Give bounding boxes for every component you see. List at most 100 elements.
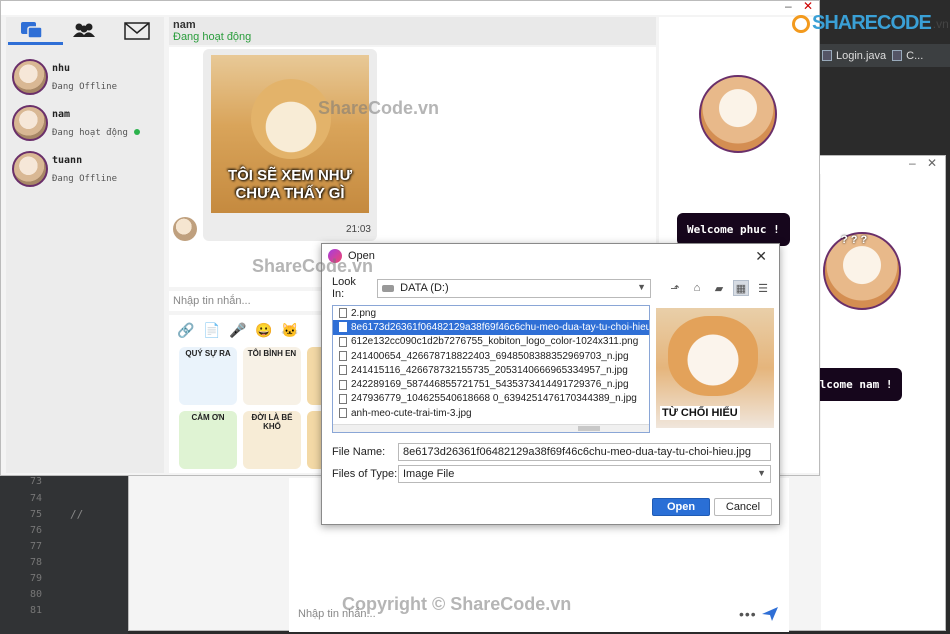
- file-item[interactable]: anh-meo-cute-trai-tim-3.jpg: [333, 406, 649, 420]
- navigation-buttons: ⬏ ⌂ ▰ ▦ ☰: [667, 280, 771, 296]
- drive-icon: [382, 284, 395, 292]
- profile-panel: ? ? ? elcome nam !: [809, 174, 945, 630]
- new-folder-icon[interactable]: ▰: [711, 280, 727, 296]
- sender-avatar: [173, 217, 197, 241]
- sidebar: nhu Đang Offline nam Đang hoạt động tuan…: [6, 17, 164, 473]
- contacts-icon[interactable]: [71, 21, 97, 41]
- home-icon[interactable]: ⌂: [689, 280, 705, 296]
- chat-partner-status: Đang hoạt động: [173, 31, 252, 43]
- sticker-icon[interactable]: 🐱: [281, 321, 299, 339]
- close-button[interactable]: ✕: [927, 156, 937, 170]
- image-preview: TỪ CHỐI HIỂU: [656, 308, 774, 428]
- contact-item-nhu[interactable]: nhu Đang Offline: [12, 59, 117, 95]
- welcome-message: elcome nam !: [809, 368, 903, 401]
- send-icon[interactable]: [761, 606, 779, 622]
- link-icon[interactable]: 🔗: [177, 321, 195, 339]
- contact-name: tuann: [52, 154, 83, 166]
- file-item[interactable]: 241415116_426678732155735_20531406669653…: [333, 363, 649, 377]
- file-item[interactable]: 242289169_587446855721751_54353734144917…: [333, 377, 649, 391]
- contact-name: nam: [52, 108, 71, 120]
- ide-tab-login[interactable]: Login.java: [822, 50, 886, 62]
- avatar: [12, 151, 48, 187]
- sticker-item[interactable]: ĐỜI LÀ BỂ KHỔ: [243, 411, 301, 469]
- minimize-button[interactable]: –: [909, 156, 916, 170]
- scrollbar-thumb[interactable]: [578, 426, 600, 431]
- chevron-down-icon: ▼: [637, 281, 646, 292]
- doge-sticker-image: TÔI SẼ XEM NHƯ CHƯA THẤY GÌ: [211, 55, 369, 213]
- contact-name: nhu: [52, 62, 71, 74]
- watermark: ShareCode.vn: [252, 256, 374, 276]
- line-number: 73: [29, 476, 42, 487]
- file-icon: [339, 351, 347, 362]
- chat-header: nam Đang hoạt động: [169, 17, 656, 45]
- message-input[interactable]: Nhập tin nhắn...: [169, 291, 329, 311]
- sticker-item[interactable]: QUÝ SỰ RA: [179, 347, 237, 405]
- file-icon: [339, 336, 347, 347]
- mail-icon[interactable]: [124, 21, 151, 41]
- up-folder-icon[interactable]: ⬏: [667, 280, 683, 296]
- file-name: 2.png: [351, 307, 377, 319]
- file-name: 8e6173d26361f06482129a38f69f46c6chu-meo-…: [351, 321, 650, 333]
- file-type-row: Files of Type: Image File ▼: [332, 465, 771, 483]
- file-icon: [339, 322, 347, 333]
- line-number: 77: [29, 541, 42, 552]
- file-icon[interactable]: 📄: [203, 321, 221, 339]
- line-number: 76: [29, 525, 42, 536]
- file-name-input[interactable]: 8e6173d26361f06482129a38f69f46c6chu-meo-…: [398, 443, 771, 461]
- java-file-icon: [892, 50, 903, 61]
- contact-item-tuann[interactable]: tuann Đang Offline: [12, 151, 117, 187]
- file-item[interactable]: 2.png: [333, 306, 649, 320]
- open-file-dialog: Open ✕ Look In: DATA (D:) ▼ ⬏ ⌂ ▰ ▦ ☰ 2.…: [321, 243, 780, 525]
- ide-tab-other[interactable]: C...: [892, 50, 923, 62]
- line-number: 80: [29, 589, 42, 600]
- details-view-icon[interactable]: ☰: [755, 280, 771, 296]
- open-button[interactable]: Open: [652, 498, 710, 516]
- line-number: 74: [29, 493, 42, 504]
- file-icon: [339, 408, 347, 419]
- cat-image: [668, 316, 758, 396]
- logo-suffix: .vn: [932, 16, 949, 31]
- sticker-panel: 🔗 📄 🎤 😀 🐱 QUÝ SỰ RA TÔI BÌNH EN CẢM ƠN Đ…: [169, 315, 337, 473]
- file-type-value: Image File: [403, 468, 455, 480]
- more-icon[interactable]: •••: [739, 606, 757, 622]
- file-item-selected[interactable]: 8e6173d26361f06482129a38f69f46c6chu-meo-…: [333, 320, 650, 335]
- file-list: 2.png 8e6173d26361f06482129a38f69f46c6ch…: [332, 305, 650, 433]
- ide-tab-bar: Login.java C...: [818, 44, 950, 68]
- microphone-icon[interactable]: 🎤: [229, 321, 247, 339]
- look-in-select[interactable]: DATA (D:) ▼: [377, 278, 651, 298]
- java-file-icon: [822, 50, 832, 61]
- avatar: [12, 59, 48, 95]
- line-number: 75: [29, 509, 42, 520]
- sticker-item[interactable]: TÔI BÌNH EN: [243, 347, 301, 405]
- code-comment: //: [70, 508, 84, 521]
- profile-avatar: [699, 75, 777, 153]
- cancel-button[interactable]: Cancel: [714, 498, 772, 516]
- file-icon: [339, 379, 347, 390]
- file-type-select[interactable]: Image File ▼: [398, 465, 771, 483]
- contact-status: Đang hoạt động: [52, 128, 140, 138]
- logo-icon: [792, 14, 810, 33]
- file-name: 612e132cc090c1d2b7276755_kobiton_logo_co…: [351, 336, 639, 348]
- contact-status-text: Đang hoạt động: [52, 127, 128, 138]
- list-view-icon[interactable]: ▦: [733, 280, 749, 296]
- doge-face: [251, 79, 331, 159]
- horizontal-scrollbar[interactable]: [333, 424, 649, 432]
- file-name-row: File Name: 8e6173d26361f06482129a38f69f4…: [332, 443, 771, 461]
- sticker-item[interactable]: CẢM ƠN: [179, 411, 237, 469]
- message-bubble: TÔI SẼ XEM NHƯ CHƯA THẤY GÌ 21:03: [203, 49, 377, 241]
- contact-status: Đang Offline: [52, 81, 118, 92]
- file-item[interactable]: 241400654_426678718822403_69485083883529…: [333, 349, 649, 363]
- file-item[interactable]: 612e132cc090c1d2b7276755_kobiton_logo_co…: [333, 335, 649, 349]
- close-icon[interactable]: ✕: [755, 248, 767, 265]
- file-name-label: File Name:: [332, 446, 386, 458]
- chat-icon[interactable]: [20, 20, 44, 42]
- file-icon: [339, 365, 347, 376]
- watermark: Copyright © ShareCode.vn: [342, 594, 572, 614]
- contact-item-nam[interactable]: nam Đang hoạt động: [12, 105, 140, 141]
- title-bar: – ✕: [1, 0, 819, 15]
- minimize-button[interactable]: –: [785, 0, 792, 13]
- chevron-down-icon: ▼: [757, 468, 766, 478]
- logo-text: SHARECODE: [812, 12, 932, 34]
- emoji-icon[interactable]: 😀: [255, 321, 273, 339]
- file-item[interactable]: 247936779_104625540618668 0_639425147617…: [333, 392, 649, 406]
